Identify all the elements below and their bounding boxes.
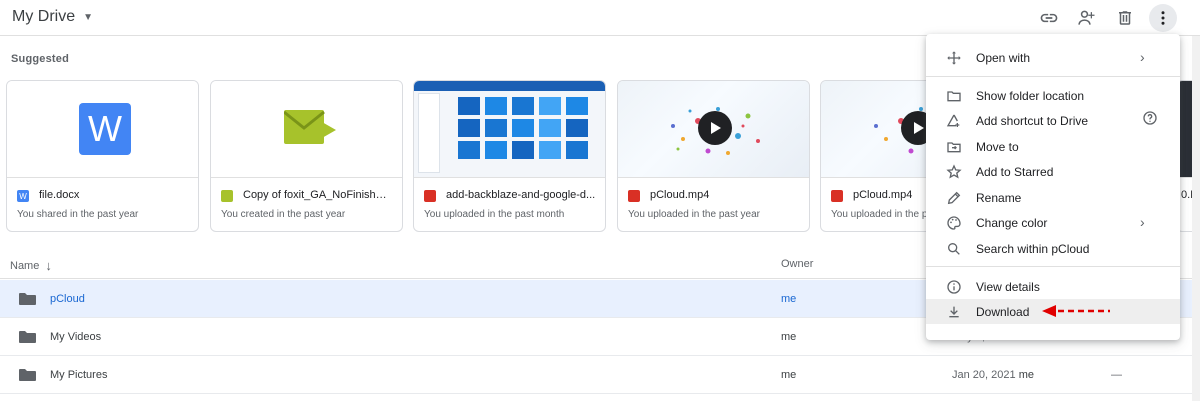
move-to-icon <box>945 138 963 156</box>
menu-item-download[interactable]: Download <box>926 299 1180 324</box>
palette-icon <box>945 214 963 232</box>
card-thumbnail: W <box>7 81 198 177</box>
menu-item-open-with[interactable]: Open with › <box>926 45 1180 70</box>
row-name: My Videos <box>50 331 102 343</box>
folder-icon <box>19 293 36 305</box>
search-icon <box>945 240 963 258</box>
folder-outline-icon <box>945 87 963 105</box>
suggested-card-pcloud-mp4[interactable]: pCloud.mp4 You uploaded in the past year <box>617 80 810 232</box>
menu-item-search-within[interactable]: Search within pCloud <box>926 236 1180 261</box>
email-form-icon <box>284 110 336 144</box>
card-subtitle: You uploaded in the past month <box>424 209 565 220</box>
row-modified: Jan 20, 2021 me <box>952 369 1034 381</box>
download-icon <box>945 303 963 321</box>
card-file-name: Copy of foxit_GA_NoFinishPa... <box>243 189 393 201</box>
add-person-icon[interactable] <box>1073 5 1101 31</box>
menu-item-add-to-starred[interactable]: Add to Starred <box>926 159 1180 184</box>
card-thumbnail <box>211 81 402 177</box>
card-subtitle: You uploaded in the past year <box>628 209 760 220</box>
screenshot-header-bar <box>414 81 605 91</box>
suggested-label: Suggested <box>11 53 70 65</box>
more-vertical-icon[interactable] <box>1149 4 1177 32</box>
column-header-owner[interactable]: Owner <box>781 258 813 270</box>
row-owner: me <box>781 293 797 305</box>
folder-icon <box>19 331 36 343</box>
card-file-name: pCloud.mp4 <box>650 189 710 201</box>
row-owner: me <box>781 331 797 343</box>
menu-item-move-to[interactable]: Move to <box>926 134 1180 159</box>
card-subtitle: You shared in the past year <box>17 209 139 220</box>
suggested-card-foxit-copy[interactable]: Copy of foxit_GA_NoFinishPa... You creat… <box>210 80 403 232</box>
menu-divider <box>926 266 1180 267</box>
scrollbar[interactable] <box>1192 36 1200 401</box>
top-bar: My Drive ▼ <box>0 0 1200 36</box>
trash-icon[interactable] <box>1111 5 1139 31</box>
sort-by-name[interactable]: Name ↓ <box>10 258 52 273</box>
menu-item-add-shortcut[interactable]: Add shortcut to Drive <box>926 108 1180 133</box>
page-title: My Drive <box>12 8 76 25</box>
word-doc-icon: W <box>79 103 131 155</box>
card-thumbnail <box>618 81 809 177</box>
menu-item-rename[interactable]: Rename <box>926 185 1180 210</box>
row-size: — <box>1111 369 1122 381</box>
card-thumbnail <box>414 81 605 177</box>
info-icon <box>945 278 963 296</box>
context-menu: Open with › Show folder location Add sho… <box>926 34 1180 340</box>
menu-item-view-details[interactable]: View details <box>926 274 1180 299</box>
column-header-name: Name <box>10 259 40 272</box>
screenshot-tile-grid <box>458 97 588 159</box>
suggested-card-file-docx[interactable]: W W file.docx You shared in the past yea… <box>6 80 199 232</box>
chevron-right-icon: › <box>1140 49 1145 65</box>
my-drive-dropdown[interactable]: My Drive ▼ <box>12 8 93 26</box>
card-file-name: add-backblaze-and-google-d... <box>446 189 596 201</box>
row-name: My Pictures <box>50 369 108 381</box>
row-name: pCloud <box>50 293 85 305</box>
card-file-name: file.docx <box>39 189 80 201</box>
screenshot-sidebar <box>418 93 440 173</box>
move-arrows-icon <box>945 49 963 67</box>
add-shortcut-icon <box>945 112 963 130</box>
help-icon[interactable] <box>1142 110 1158 129</box>
arrow-down-icon: ↓ <box>45 258 52 273</box>
row-owner: me <box>781 369 797 381</box>
chevron-right-icon: › <box>1140 214 1145 230</box>
image-file-icon <box>424 190 436 202</box>
table-row[interactable]: My Pictures me Jan 20, 2021 me — <box>0 356 1200 394</box>
video-file-icon <box>831 190 843 202</box>
menu-divider <box>926 76 1180 77</box>
menu-item-show-folder-location[interactable]: Show folder location <box>926 83 1180 108</box>
folder-icon <box>19 369 36 381</box>
annotation-arrow-icon <box>1042 305 1110 317</box>
pencil-icon <box>945 189 963 207</box>
star-icon <box>945 163 963 181</box>
card-subtitle: You created in the past year <box>221 209 346 220</box>
suggested-card-backblaze-image[interactable]: add-backblaze-and-google-d... You upload… <box>413 80 606 232</box>
word-doc-icon: W <box>17 190 29 202</box>
video-file-icon <box>628 190 640 202</box>
play-icon[interactable] <box>698 111 732 145</box>
menu-item-change-color[interactable]: Change color › <box>926 210 1180 235</box>
chevron-down-icon: ▼ <box>83 11 94 23</box>
card-file-name: pCloud.mp4 <box>853 189 913 201</box>
link-icon[interactable] <box>1035 5 1063 31</box>
form-file-icon <box>221 190 233 202</box>
